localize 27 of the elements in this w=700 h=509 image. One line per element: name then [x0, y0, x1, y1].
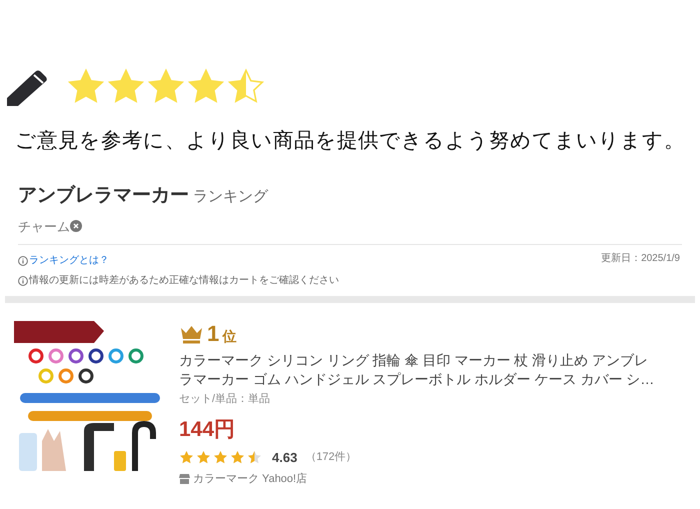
notice-text: 情報の更新には時差があるため正確な情報はカートをご確認ください	[29, 274, 339, 288]
info-icon	[18, 276, 28, 286]
help-link[interactable]: ランキングとは？	[29, 253, 109, 268]
star-icon	[247, 450, 262, 465]
filter-tag[interactable]: チャーム	[18, 216, 82, 236]
feedback-message: ご意見を参考に、より良い商品を提供できるよう努めてまいります。	[15, 128, 686, 154]
star-icon	[213, 450, 228, 465]
product-title[interactable]: カラーマーク シリコン リング 指輪 傘 目印 マーカー 杖 滑り止め アンブレ	[179, 351, 691, 370]
product-title[interactable]: ラマーカー ゴム ハンドジェル スプレーボトル ホルダー ケース カバー シ…	[179, 370, 691, 389]
star-icon	[179, 450, 194, 465]
store-icon	[179, 474, 190, 484]
star-icon	[230, 450, 245, 465]
info-icon	[18, 256, 28, 266]
price: 144円	[179, 416, 236, 442]
star-icon	[196, 450, 211, 465]
review-count: （172件）	[305, 450, 357, 465]
rank-number: 1	[207, 321, 220, 347]
shop-link[interactable]: カラーマーク Yahoo!店	[193, 471, 308, 488]
variant-text: セット/単品：単品	[179, 392, 272, 407]
ranking-title: アンブレラマーカー	[18, 184, 189, 208]
remove-icon[interactable]	[70, 220, 82, 232]
rating-value: 4.63	[272, 448, 298, 466]
ranking-label: ランキング	[193, 187, 268, 207]
pencil-icon[interactable]	[5, 68, 49, 106]
rank-label: 位	[222, 326, 236, 346]
update-date: 更新日：2025/1/9	[601, 252, 680, 266]
crown-icon	[179, 324, 204, 344]
